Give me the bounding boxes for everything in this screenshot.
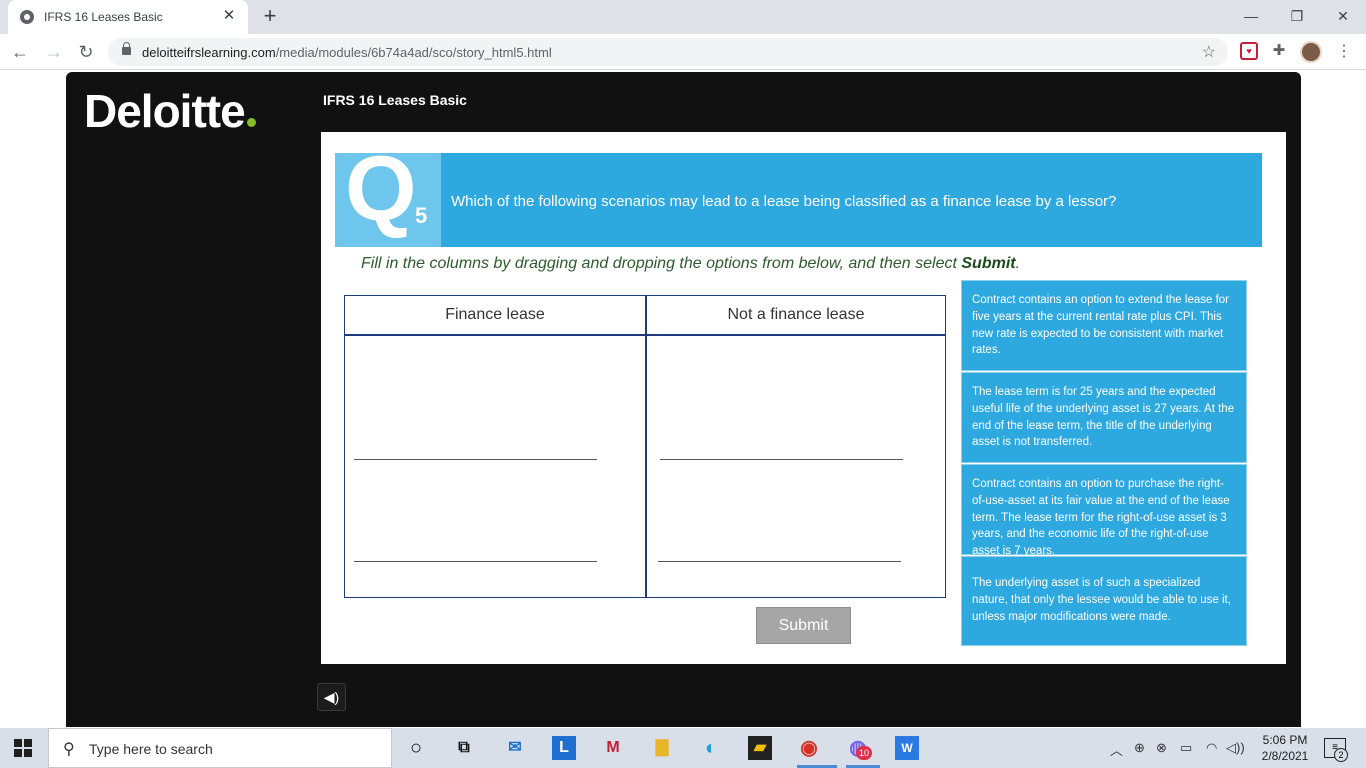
drag-option-3[interactable]: Contract contains an option to purchase … — [961, 464, 1247, 557]
tray-app-icon[interactable]: ⊕ — [1134, 740, 1145, 756]
logo-text: Deloitte — [84, 85, 246, 137]
lock-icon — [122, 42, 131, 55]
drop-slot-finance-2[interactable] — [354, 561, 597, 562]
windows-taskbar: ⚲ Type here to search ○ ⧉ ✉ L M ▇ ◐ ▰ ◉ … — [0, 728, 1366, 768]
drop-slot-not-finance-2[interactable] — [658, 561, 901, 562]
tab-title: IFRS 16 Leases Basic — [44, 10, 163, 24]
more-menu-icon[interactable]: ⋮ — [1336, 40, 1352, 64]
taskbar-search-box[interactable]: ⚲ Type here to search — [48, 728, 392, 768]
instruction-prefix: Fill in the columns by dragging and drop… — [361, 255, 962, 272]
column-header-not-finance-lease: Not a finance lease — [727, 306, 865, 323]
pocket-extension-icon[interactable]: ♥ — [1240, 42, 1258, 60]
file-explorer-icon[interactable]: ▇ — [650, 736, 674, 760]
column-header-finance-lease: Finance lease — [445, 306, 545, 323]
question-badge: Q 5 — [335, 153, 441, 247]
volume-icon[interactable]: ◀) — [317, 683, 346, 711]
back-arrow-icon[interactable]: ← — [8, 40, 32, 64]
drop-target-table: Finance lease Not a finance lease — [344, 295, 946, 598]
sticky-notes-icon[interactable]: ▰ — [748, 736, 772, 760]
clock-time: 5:06 PM — [1262, 733, 1308, 747]
submit-button[interactable]: Submit — [756, 607, 851, 644]
windows-start-icon[interactable] — [14, 739, 32, 757]
taskbar-search-placeholder: Type here to search — [89, 741, 213, 757]
wifi-icon[interactable]: ◠ — [1206, 740, 1217, 756]
search-icon: ⚲ — [63, 741, 75, 758]
window-close-button[interactable]: ✕ — [1320, 2, 1366, 30]
logo-dot — [246, 118, 256, 127]
header-divider — [345, 334, 945, 336]
forward-arrow-icon[interactable]: → — [42, 40, 66, 64]
drag-option-2[interactable]: The lease term is for 25 years and the e… — [961, 372, 1247, 463]
instruction-emphasis: Submit — [961, 255, 1016, 272]
battery-icon[interactable]: ▭ — [1180, 740, 1192, 756]
tray-security-icon[interactable]: ⊗ — [1156, 740, 1167, 756]
lync-app-icon[interactable]: L — [552, 736, 576, 760]
reload-icon[interactable]: ↻ — [74, 40, 98, 64]
tray-chevron-icon[interactable]: ︿ — [1110, 740, 1123, 759]
speaker-icon[interactable]: ◁)) — [1226, 740, 1245, 756]
address-bar[interactable]: deloitteifrslearning.com/media/modules/6… — [108, 38, 1228, 66]
browser-tab[interactable]: IFRS 16 Leases Basic ✕ — [8, 0, 248, 34]
drop-slot-not-finance-1[interactable] — [660, 459, 903, 460]
course-title: IFRS 16 Leases Basic — [323, 92, 467, 108]
chrome-icon[interactable]: ◉ — [797, 736, 821, 760]
browser-toolbar: ← → ↻ deloitteifrslearning.com/media/mod… — [0, 34, 1366, 70]
edge-browser-icon[interactable]: ◐ — [699, 736, 723, 760]
url-text[interactable]: deloitteifrslearning.com/media/modules/6… — [142, 45, 552, 60]
browser-tab-bar: IFRS 16 Leases Basic ✕ + — ❐ ✕ — [0, 0, 1366, 34]
wps-office-icon[interactable]: W — [895, 736, 919, 760]
question-banner: Q 5 Which of the following scenarios may… — [335, 153, 1262, 247]
question-letter: Q — [345, 153, 417, 240]
globe-icon — [20, 10, 34, 24]
url-path: /media/modules/6b74a4ad/sco/story_html5.… — [275, 45, 552, 60]
restore-button[interactable]: ❐ — [1274, 2, 1320, 30]
minimize-button[interactable]: — — [1228, 2, 1274, 30]
drop-slot-finance-1[interactable] — [354, 459, 597, 460]
clock-date: 2/8/2021 — [1261, 749, 1309, 763]
instruction-suffix: . — [1015, 255, 1021, 272]
drag-option-1[interactable]: Contract contains an option to extend th… — [961, 280, 1247, 371]
question-number: 5 — [415, 203, 428, 228]
question-text: Which of the following scenarios may lea… — [451, 193, 1117, 210]
instruction-text: Fill in the columns by dragging and drop… — [361, 255, 1020, 273]
viber-badge: 10 — [856, 746, 872, 760]
mail-icon[interactable]: ✉ — [503, 736, 527, 760]
notification-count: 2 — [1334, 748, 1348, 762]
drag-option-4[interactable]: The underlying asset is of such a specia… — [961, 556, 1247, 646]
column-divider — [645, 296, 647, 597]
url-domain: deloitteifrslearning.com — [142, 45, 276, 60]
new-tab-button[interactable]: + — [258, 4, 282, 28]
mcafee-icon[interactable]: M — [601, 736, 625, 760]
course-player: Deloitte IFRS 16 Leases Basic Q 5 Which … — [66, 72, 1301, 727]
bookmark-star-icon[interactable]: ☆ — [1202, 42, 1216, 62]
cortana-icon[interactable]: ○ — [404, 736, 428, 760]
close-tab-icon[interactable]: ✕ — [220, 7, 238, 25]
extensions-puzzle-icon[interactable]: ✚ — [1270, 42, 1288, 60]
question-slide: Q 5 Which of the following scenarios may… — [321, 132, 1286, 664]
taskbar-clock[interactable]: 5:06 PM 2/8/2021 — [1254, 732, 1316, 764]
deloitte-logo: Deloitte — [84, 84, 256, 138]
task-view-icon[interactable]: ⧉ — [452, 736, 476, 760]
profile-avatar[interactable] — [1300, 41, 1322, 63]
